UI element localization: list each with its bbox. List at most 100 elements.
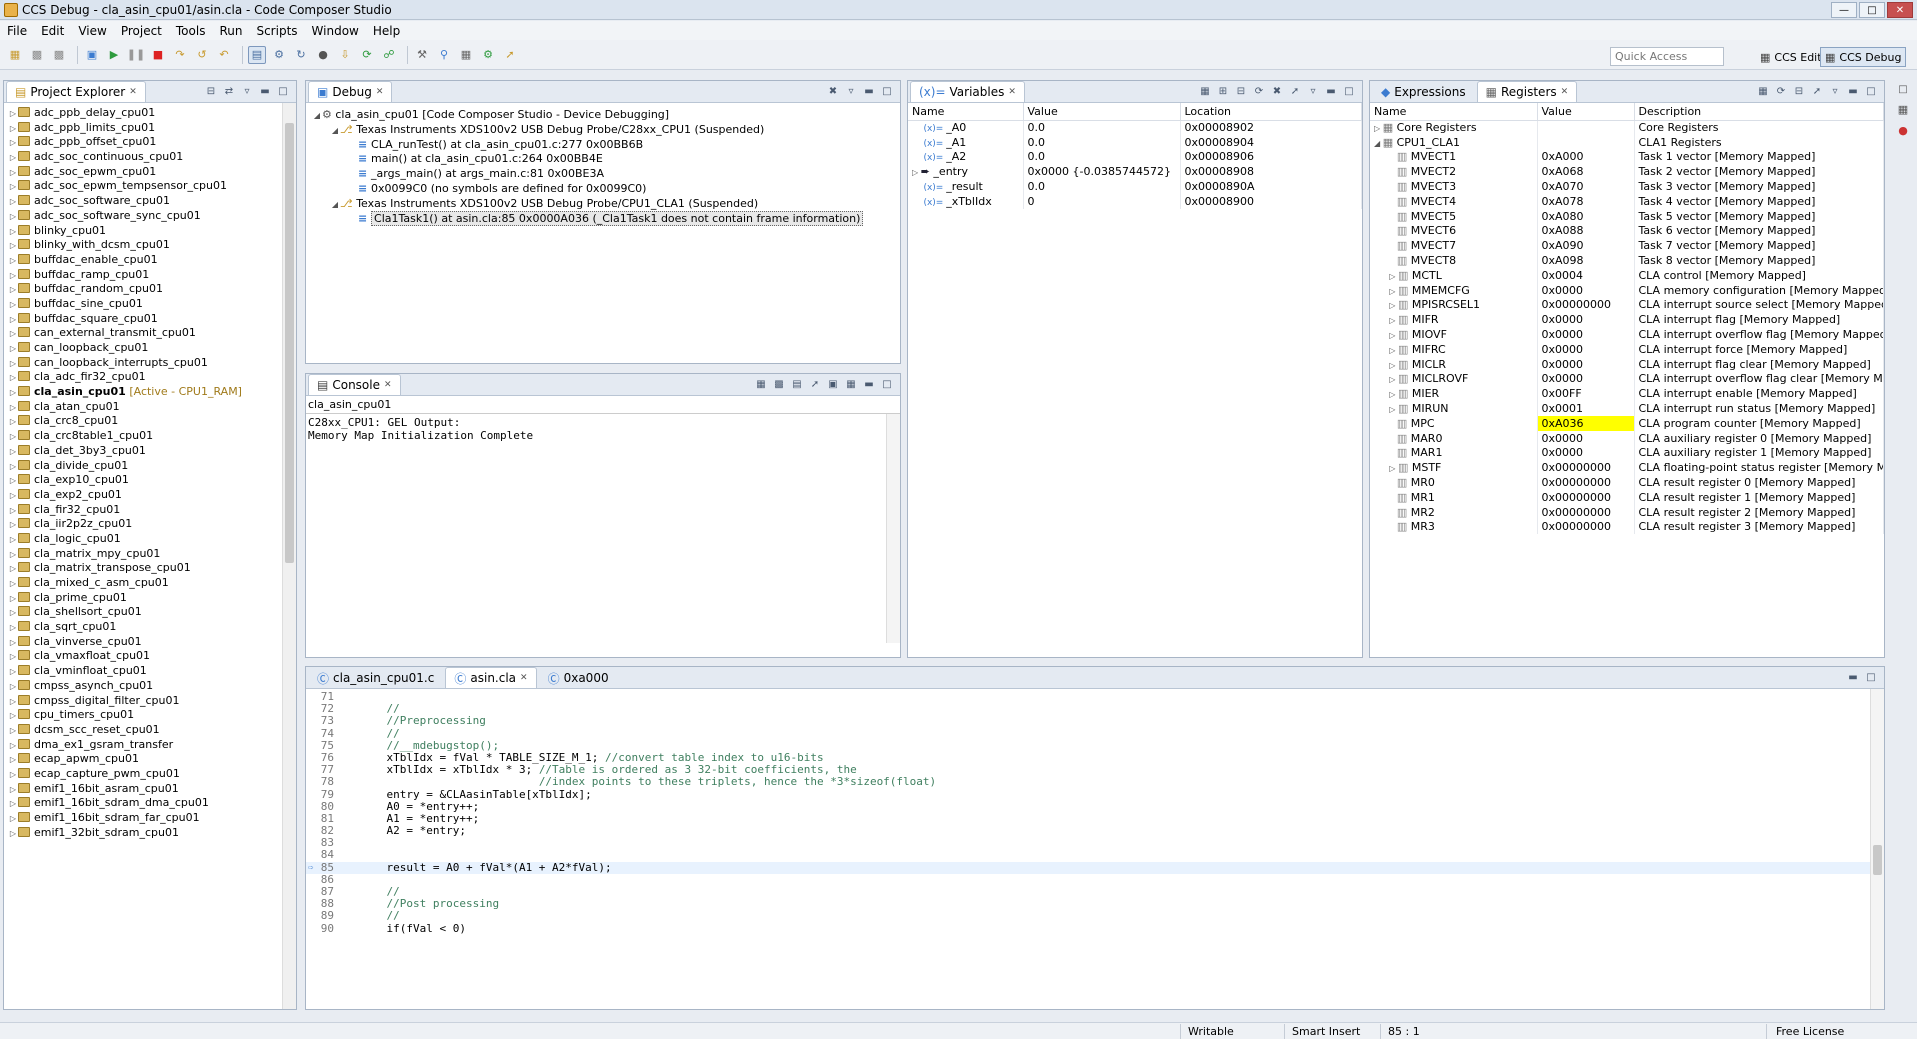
minimize-button[interactable]: —	[1831, 2, 1857, 18]
expand-arrow-icon[interactable]: ▷	[8, 210, 18, 225]
refresh-icon[interactable]: ⟳	[1252, 84, 1266, 98]
expand-arrow-icon[interactable]: ▷	[1374, 375, 1398, 384]
expand-arrow-icon[interactable]: ▷	[8, 430, 18, 445]
project-item[interactable]: ▷ cla_matrix_mpy_cpu01	[8, 547, 296, 562]
expand-arrow-icon[interactable]: ▷	[8, 460, 18, 475]
variable-value[interactable]: 0.0	[1023, 134, 1181, 150]
minimize-view-icon[interactable]: ▬	[1324, 84, 1338, 98]
expand-arrow-icon[interactable]: ▷	[8, 445, 18, 460]
register-row[interactable]: ▥ MVECT3 0xA070 Task 3 vector [Memory Mapp…	[1370, 179, 1884, 194]
register-row[interactable]: ▷ ▥ MICLR 0x0000 CLA interrupt flag clear …	[1370, 356, 1884, 372]
register-value[interactable]: 0x0000	[1537, 341, 1635, 357]
expand-arrow-icon[interactable]: ▷	[8, 342, 18, 357]
maximize-view-icon[interactable]: □	[276, 84, 290, 98]
project-item[interactable]: ▷ cmpss_digital_filter_cpu01	[8, 694, 296, 709]
collapse-arrow-icon[interactable]: ◢	[330, 124, 340, 139]
expand-arrow-icon[interactable]: ▷	[8, 680, 18, 695]
editor-tab[interactable]: Ⓒ 0xa000	[538, 667, 618, 688]
expand-arrow-icon[interactable]: ▷	[8, 797, 18, 812]
expand-arrow-icon[interactable]: ▷	[8, 136, 18, 151]
step-over-icon[interactable]: ↺	[193, 46, 211, 64]
variable-row[interactable]: (x)= _A1 0.0 0x00008904	[908, 134, 1362, 150]
expand-arrow-icon[interactable]: ▷	[8, 695, 18, 710]
project-item[interactable]: ▷ blinky_cpu01	[8, 224, 296, 239]
expand-arrow-icon[interactable]: ▷	[8, 489, 18, 504]
expand-arrow-icon[interactable]: ▷	[1374, 124, 1383, 133]
register-row[interactable]: ▷ ▥ MCTL 0x0004 CLA control [Memory Mapped…	[1370, 267, 1884, 283]
debug-tree-item[interactable]: ≡ Cla1Task1() at asin.cla:85 0x0000A036 …	[312, 210, 900, 227]
register-row[interactable]: ▥ MAR0 0x0000 CLA auxiliary register 0 [Me…	[1370, 430, 1884, 446]
code-line[interactable]: 71	[306, 690, 1884, 703]
connect-icon[interactable]: ☍	[380, 46, 398, 64]
project-item[interactable]: ▷ cla_asin_cpu01 [Active - CPU1_RAM]	[8, 385, 296, 400]
register-row[interactable]: ▷ ▥ MMEMCFG 0x0000 CLA memory configuratio…	[1370, 282, 1884, 298]
expand-arrow-icon[interactable]: ▷	[8, 768, 18, 783]
scroll-lock-icon[interactable]: ▩	[772, 377, 786, 391]
register-row[interactable]: ▷ ▥ MSTF 0x00000000 CLA floating-point sta…	[1370, 460, 1884, 476]
register-value[interactable]	[1537, 120, 1635, 135]
debug-icon[interactable]: ▣	[83, 46, 101, 64]
project-item[interactable]: ▷ cla_vminfloat_cpu01	[8, 664, 296, 679]
register-row[interactable]: ▷ ▥ MIFR 0x0000 CLA interrupt flag [Memory…	[1370, 312, 1884, 328]
project-item[interactable]: ▷ cla_vinverse_cpu01	[8, 635, 296, 650]
code-line[interactable]: 90 if(fVal < 0)	[306, 922, 1884, 935]
save-icon[interactable]: ▩	[28, 46, 46, 64]
instruction-stepping-icon[interactable]: ▤	[248, 45, 266, 64]
register-value[interactable]: 0xA090	[1537, 238, 1635, 254]
project-item[interactable]: ▷ buffdac_random_cpu01	[8, 282, 296, 297]
expand-arrow-icon[interactable]: ▷	[8, 606, 18, 621]
code-line[interactable]: 83	[306, 837, 1884, 849]
memory-icon[interactable]: ▦	[457, 46, 475, 64]
expand-arrow-icon[interactable]: ▷	[8, 327, 18, 342]
project-explorer-tab[interactable]: ▤ Project Explorer ✕	[6, 81, 146, 102]
expand-arrow-icon[interactable]: ▷	[8, 254, 18, 269]
collapse-all-icon[interactable]: ⊟	[1792, 84, 1806, 98]
project-item[interactable]: ▷ adc_soc_software_cpu01	[8, 194, 296, 209]
minimize-view-icon[interactable]: ▬	[862, 84, 876, 98]
variable-value[interactable]: 0.0	[1023, 120, 1181, 135]
project-item[interactable]: ▷ ecap_apwm_cpu01	[8, 752, 296, 767]
expand-arrow-icon[interactable]: ▷	[1374, 316, 1398, 325]
expand-arrow-icon[interactable]: ▷	[8, 577, 18, 592]
debug-tree-item[interactable]: ◢ ⚙ cla_asin_cpu01 [Code Composer Studio …	[312, 108, 900, 123]
project-scrollbar[interactable]	[282, 103, 296, 1009]
new-expression-icon[interactable]: ⊞	[1216, 84, 1230, 98]
project-item[interactable]: ▷ adc_ppb_delay_cpu01	[8, 106, 296, 121]
pin-icon[interactable]: ➚	[1288, 84, 1302, 98]
code-line[interactable]: 89 //	[306, 910, 1884, 922]
register-row[interactable]: ▷ ▥ MIFRC 0x0000 CLA interrupt force [Memo…	[1370, 341, 1884, 357]
project-item[interactable]: ▷ emif1_16bit_sdram_far_cpu01	[8, 811, 296, 826]
expand-arrow-icon[interactable]: ▷	[1374, 464, 1398, 473]
register-value[interactable]: 0x00000000	[1537, 504, 1635, 520]
expand-arrow-icon[interactable]: ▷	[1374, 301, 1398, 310]
code-line[interactable]: 79 entry = &CLAasinTable[xTblIdx];	[306, 788, 1884, 801]
editor-tab[interactable]: Ⓒasin.cla ✕	[445, 667, 537, 688]
project-item[interactable]: ▷ cla_crc8_cpu01	[8, 414, 296, 429]
register-value[interactable]: 0x00000000	[1537, 489, 1635, 505]
show-type-icon[interactable]: ▦	[1198, 84, 1212, 98]
debug-tree-item[interactable]: ≡ 0x0099C0 (no symbols are defined for 0…	[312, 182, 900, 197]
register-value[interactable]: 0xA078	[1537, 193, 1635, 209]
expand-arrow-icon[interactable]: ▷	[8, 812, 18, 827]
register-value[interactable]: 0x0000	[1537, 445, 1635, 461]
minimize-view-icon[interactable]: ▬	[862, 377, 876, 391]
code-line[interactable]: 72 //	[306, 702, 1884, 715]
expand-arrow-icon[interactable]: ▷	[8, 474, 18, 489]
project-item[interactable]: ▷ buffdac_enable_cpu01	[8, 253, 296, 268]
maximize-view-icon[interactable]: □	[880, 377, 894, 391]
variable-row[interactable]: (x)= _result 0.0 0x0000890A	[908, 179, 1362, 194]
register-row[interactable]: ▥ MR1 0x00000000 CLA result register 1 [Me…	[1370, 489, 1884, 505]
register-row[interactable]: ▷ ▥ MIOVF 0x0000 CLA interrupt overflow fl…	[1370, 327, 1884, 342]
expand-arrow-icon[interactable]: ▷	[8, 724, 18, 739]
project-item[interactable]: ▷ cla_adc_fir32_cpu01	[8, 370, 296, 385]
expand-arrow-icon[interactable]: ▷	[8, 650, 18, 665]
register-value[interactable]: 0xA000	[1537, 149, 1635, 165]
code-line[interactable]: 86	[306, 873, 1884, 886]
register-value[interactable]	[1537, 134, 1635, 150]
variable-value[interactable]: 0x0000 {-0.0385744572}	[1023, 164, 1181, 180]
debug-tree-item[interactable]: ≡ _args_main() at args_main.c:81 0x00BE3…	[312, 167, 900, 182]
project-item[interactable]: ▷ dcsm_scc_reset_cpu01	[8, 723, 296, 738]
column-header[interactable]: Value	[1023, 103, 1181, 121]
project-item[interactable]: ▷ emif1_16bit_asram_cpu01	[8, 782, 296, 797]
register-row[interactable]: ▥ MVECT5 0xA080 Task 5 vector [Memory Mapp…	[1370, 208, 1884, 224]
